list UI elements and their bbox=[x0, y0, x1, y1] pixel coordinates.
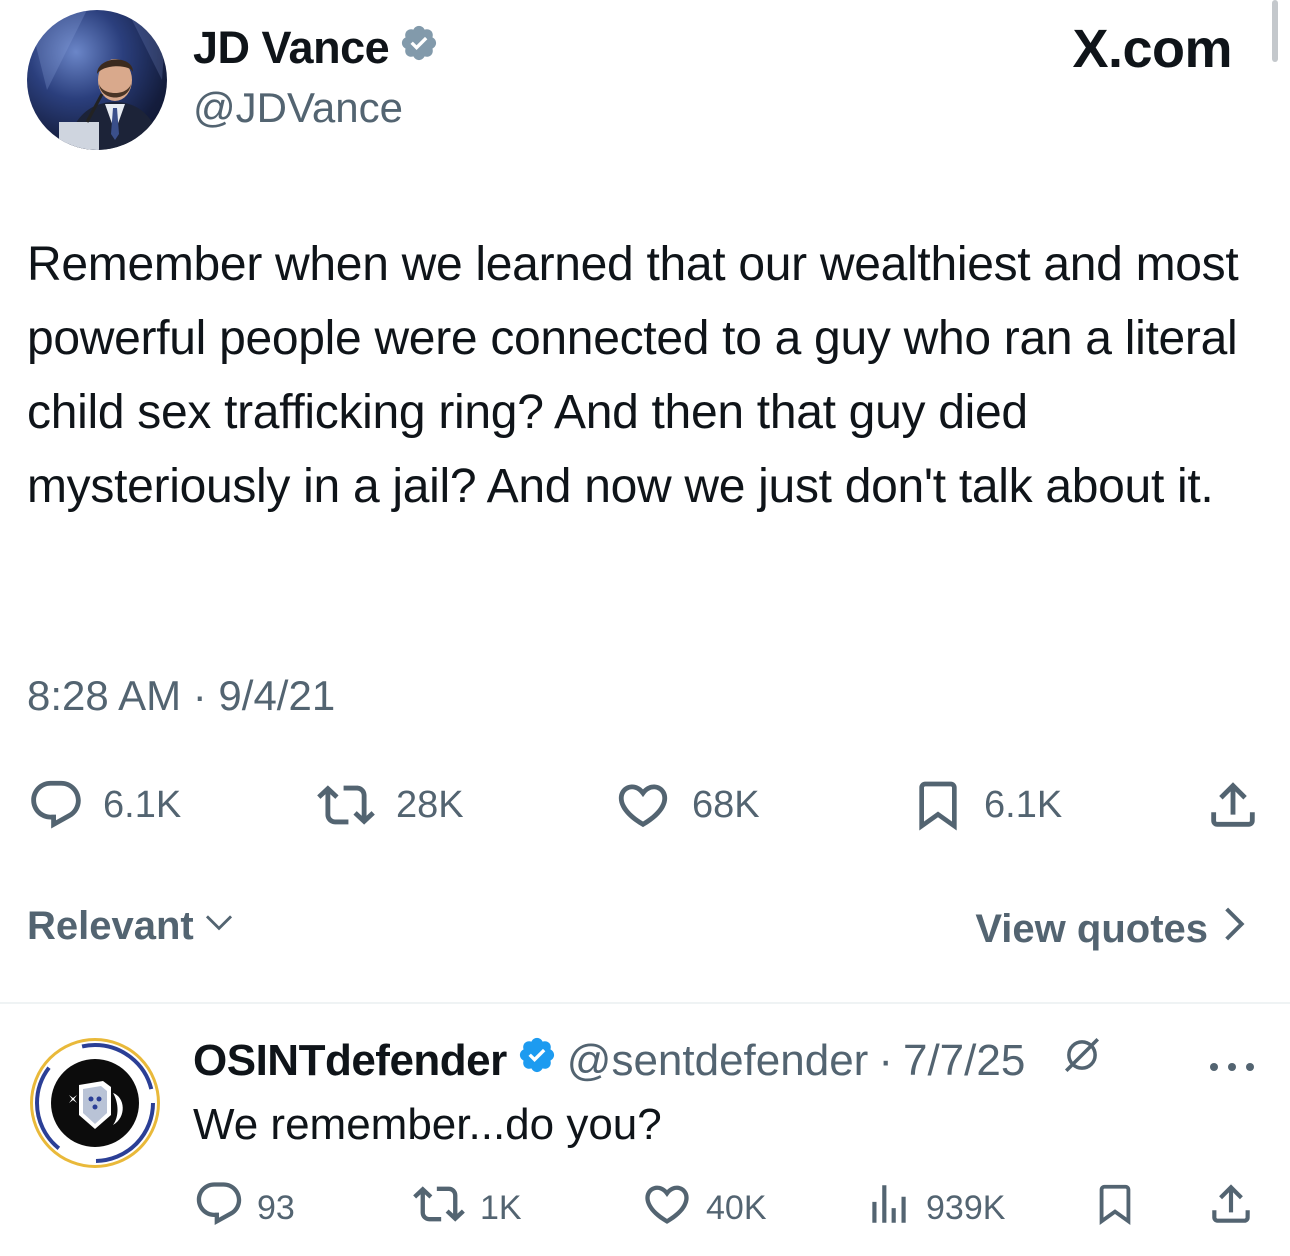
repost-count: 28K bbox=[396, 783, 464, 826]
reply-header: OSINTdefender @sentdefender · 7/7/25 bbox=[193, 1034, 1103, 1087]
reply-icon bbox=[27, 776, 85, 834]
heart-icon bbox=[612, 776, 674, 834]
reply-views-button[interactable]: 939K bbox=[864, 1180, 1005, 1236]
like-count: 68K bbox=[692, 783, 760, 826]
bookmark-count: 6.1K bbox=[984, 783, 1063, 826]
reply-display-name[interactable]: OSINTdefender bbox=[193, 1036, 507, 1086]
author-photo bbox=[27, 10, 167, 150]
reply-text: We remember...do you? bbox=[193, 1100, 662, 1149]
osint-seal-logo bbox=[35, 1043, 155, 1163]
author-avatar[interactable] bbox=[27, 10, 167, 150]
author-handle[interactable]: @JDVance bbox=[193, 84, 403, 132]
section-divider bbox=[0, 1002, 1290, 1004]
tweet-timestamp[interactable]: 8:28 AM · 9/4/21 bbox=[27, 672, 335, 720]
reply-repost-button[interactable]: 1K bbox=[410, 1180, 522, 1236]
reply-date[interactable]: 7/7/25 bbox=[903, 1036, 1025, 1086]
share-icon bbox=[1204, 776, 1262, 834]
repost-icon bbox=[314, 776, 378, 834]
chevron-right-icon bbox=[1220, 904, 1250, 954]
verified-badge-icon bbox=[399, 22, 439, 74]
share-icon bbox=[1206, 1178, 1256, 1239]
view-quotes-label: View quotes bbox=[975, 906, 1208, 951]
more-options-icon[interactable] bbox=[1206, 1042, 1258, 1084]
tweet-text: Remember when we learned that our wealth… bbox=[27, 238, 1239, 513]
reply-author-avatar[interactable] bbox=[30, 1038, 160, 1168]
grok-icon[interactable] bbox=[1061, 1034, 1103, 1087]
views-chart-icon bbox=[864, 1178, 914, 1239]
scrollbar[interactable] bbox=[1272, 0, 1278, 62]
bookmark-icon bbox=[1092, 1178, 1138, 1239]
reply-share-button[interactable] bbox=[1206, 1180, 1256, 1236]
repost-icon bbox=[410, 1178, 468, 1239]
heart-icon bbox=[640, 1178, 694, 1239]
reply-like-count: 40K bbox=[706, 1188, 767, 1227]
meta-separator: · bbox=[878, 1035, 893, 1085]
chevron-down-icon bbox=[202, 904, 236, 949]
view-quotes-link[interactable]: View quotes bbox=[975, 904, 1250, 954]
reply-reply-button[interactable]: 93 bbox=[193, 1180, 295, 1236]
bookmark-button[interactable]: 6.1K bbox=[910, 775, 1062, 835]
sort-label: Relevant bbox=[27, 904, 194, 948]
reply-repost-count: 1K bbox=[480, 1188, 522, 1227]
reply-bookmark-button[interactable] bbox=[1092, 1180, 1138, 1236]
repost-button[interactable]: 28K bbox=[314, 775, 464, 835]
author-name-row: JD Vance bbox=[193, 22, 439, 74]
reply-icon bbox=[193, 1178, 245, 1239]
brand-watermark: X.com bbox=[1072, 19, 1232, 79]
share-button[interactable] bbox=[1204, 775, 1262, 835]
reply-view-count: 939K bbox=[926, 1188, 1006, 1227]
bookmark-icon bbox=[910, 776, 966, 834]
verified-badge-icon bbox=[517, 1035, 557, 1086]
reply-reply-count: 93 bbox=[257, 1188, 295, 1227]
like-button[interactable]: 68K bbox=[612, 775, 760, 835]
author-display-name[interactable]: JD Vance bbox=[193, 22, 390, 74]
reply-like-button[interactable]: 40K bbox=[640, 1180, 767, 1236]
reply-count: 6.1K bbox=[103, 783, 182, 826]
reply-handle[interactable]: @sentdefender bbox=[567, 1036, 869, 1086]
sort-replies-dropdown[interactable]: Relevant bbox=[27, 904, 236, 949]
reply-button[interactable]: 6.1K bbox=[27, 775, 181, 835]
